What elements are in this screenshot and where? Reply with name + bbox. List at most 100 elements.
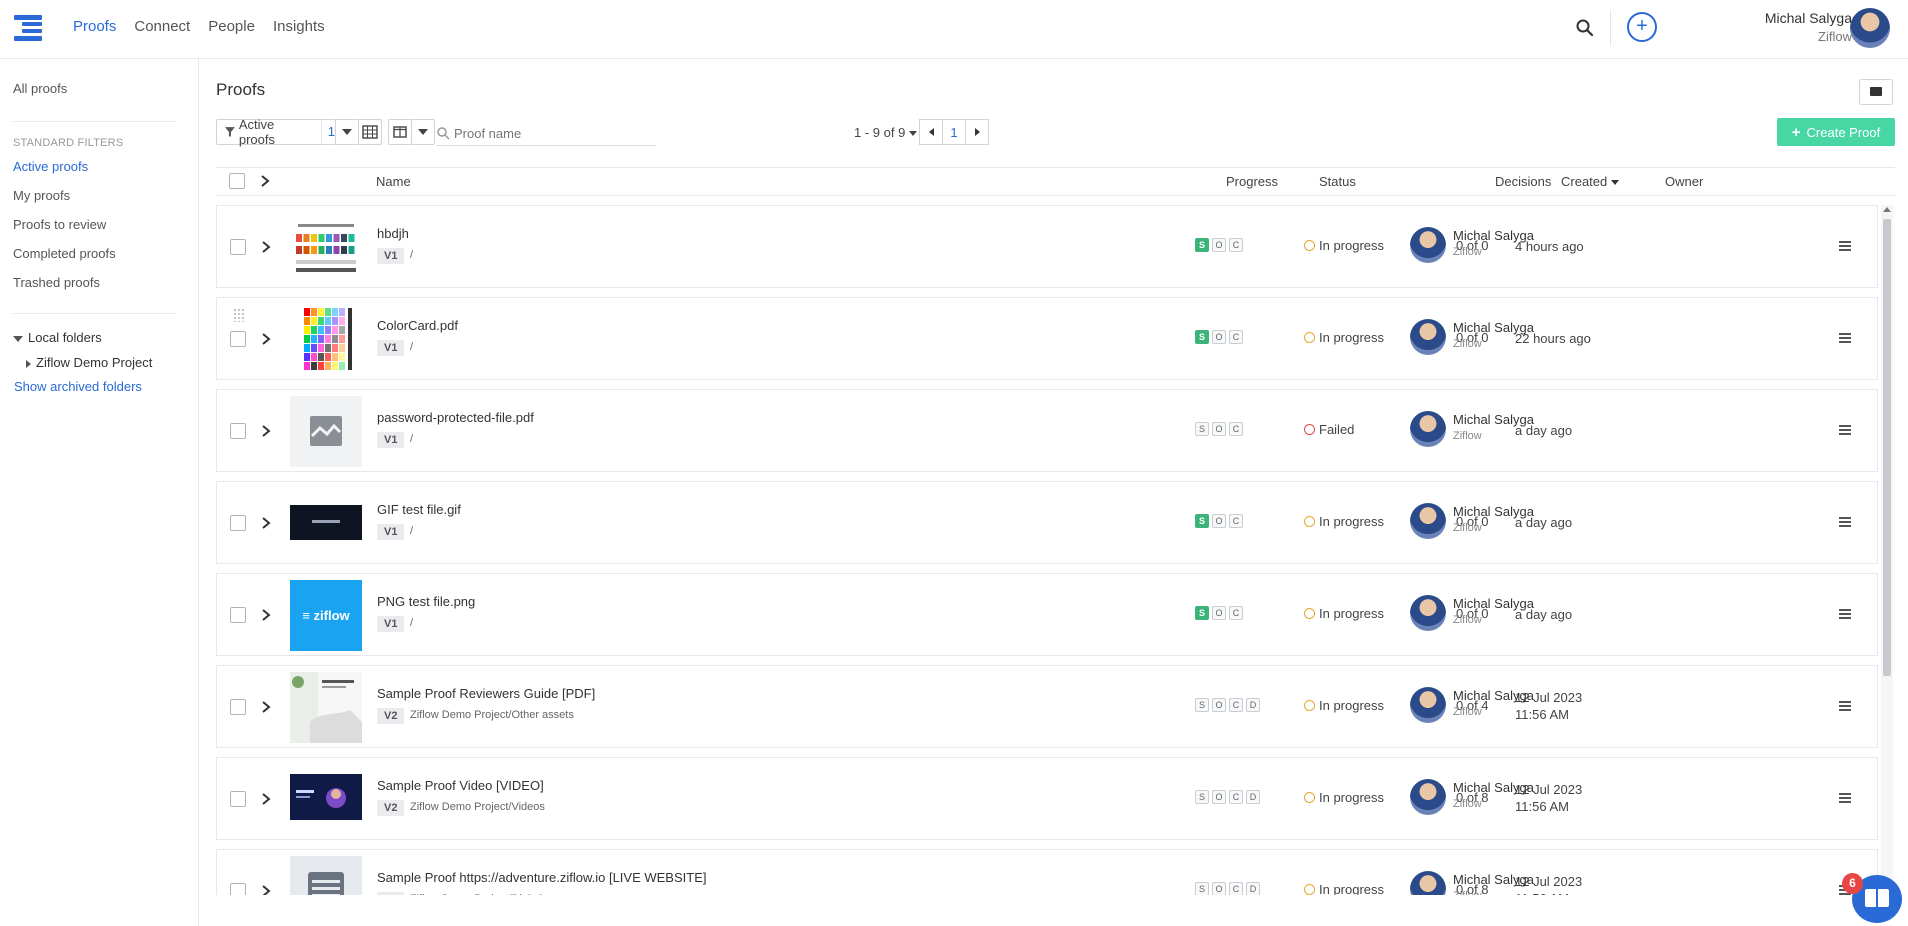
sidebar-my-proofs[interactable]: My proofs (13, 188, 70, 203)
column-progress[interactable]: Progress (1226, 174, 1278, 189)
avatar (1410, 871, 1446, 895)
show-archived-folders-link[interactable]: Show archived folders (14, 379, 142, 394)
row-checkbox[interactable] (230, 515, 246, 531)
columns-button[interactable] (388, 119, 412, 145)
version-badge[interactable]: V2 (377, 708, 405, 724)
row-checkbox[interactable] (230, 423, 246, 439)
proof-thumbnail[interactable]: ≡ ziflow (290, 580, 362, 651)
proof-name[interactable]: PNG test file.png (377, 594, 475, 609)
chevron-right-icon[interactable] (259, 424, 273, 438)
avatar[interactable] (1850, 8, 1890, 48)
version-badge[interactable]: V1 (377, 340, 405, 356)
row-menu-icon[interactable] (1839, 425, 1851, 435)
scroll-up-icon[interactable] (1883, 207, 1891, 212)
proof-name[interactable]: GIF test file.gif (377, 502, 461, 517)
row-checkbox[interactable] (230, 239, 246, 255)
row-menu-icon[interactable] (1839, 517, 1851, 527)
chevron-right-icon[interactable] (259, 792, 273, 806)
sidebar-trashed-proofs[interactable]: Trashed proofs (13, 275, 100, 290)
table-row[interactable]: ColorCard.pdf V1/S O C In progress 0 of 0 22 h… (216, 297, 1878, 380)
caret-down-icon (13, 335, 23, 342)
active-proofs-filter-button[interactable]: Active proofs 1 (216, 117, 336, 147)
scrollbar[interactable] (1881, 205, 1893, 895)
table-row[interactable]: ≡ ziflow PNG test file.png V1 / S O C In progre… (216, 573, 1878, 656)
prev-page-button[interactable] (919, 119, 943, 145)
search-icon[interactable] (1575, 18, 1595, 38)
version-badge[interactable]: V1 (377, 616, 405, 632)
table-row[interactable]: password-protected-file.pdf V1/S O C Failed a… (216, 389, 1878, 472)
column-decisions[interactable]: Decisions (1495, 174, 1551, 189)
version-badge[interactable]: V1 (377, 892, 405, 895)
row-menu-icon[interactable] (1839, 609, 1851, 619)
proof-thumbnail[interactable] (290, 396, 362, 467)
version-badge[interactable]: V1 (377, 432, 405, 448)
sidebar-active-proofs[interactable]: Active proofs (13, 159, 88, 174)
nav-insights[interactable]: Insights (273, 18, 325, 35)
ziflow-logo-icon[interactable] (12, 12, 44, 44)
version-badge[interactable]: V2 (377, 800, 405, 816)
create-proof-button[interactable]: + Create Proof (1777, 118, 1895, 146)
row-checkbox[interactable] (230, 699, 246, 715)
chevron-right-icon[interactable] (259, 516, 273, 530)
row-checkbox[interactable] (230, 331, 246, 347)
row-menu-icon[interactable] (1839, 701, 1851, 711)
proof-search[interactable] (436, 121, 656, 146)
chevron-right-icon[interactable] (259, 884, 273, 895)
user-info[interactable]: Michal Salyga Ziflow (1765, 10, 1852, 44)
table-row[interactable]: GIF test file.gif V1/S O C In progress 0 of 0… (216, 481, 1878, 564)
table-row[interactable]: hbdjh V1/S O C In progress 0 of 04 hours ago M… (216, 205, 1878, 288)
nav-connect[interactable]: Connect (134, 18, 190, 35)
proof-thumbnail[interactable] (290, 856, 362, 895)
proof-thumbnail[interactable] (290, 488, 362, 559)
table-row[interactable]: Sample Proof https://adventure.ziflow.io… (216, 849, 1878, 895)
filter-dropdown-button[interactable] (335, 119, 359, 145)
select-all-checkbox[interactable] (229, 173, 245, 189)
column-status[interactable]: Status (1319, 174, 1356, 189)
drag-handle-icon[interactable] (233, 308, 245, 322)
proof-thumbnail[interactable] (290, 212, 362, 283)
sidebar-all-proofs[interactable]: All proofs (13, 81, 67, 96)
version-badge[interactable]: V1 (377, 248, 405, 264)
next-page-button[interactable] (965, 119, 989, 145)
table-row[interactable]: Sample Proof Video [VIDEO] V2 Ziflow Demo … (216, 757, 1878, 840)
row-menu-icon[interactable] (1839, 793, 1851, 803)
chevron-right-icon[interactable] (259, 332, 273, 346)
proof-name[interactable]: Sample Proof Reviewers Guide [PDF] (377, 686, 595, 701)
row-menu-icon[interactable] (1839, 241, 1851, 251)
column-owner[interactable]: Owner (1665, 174, 1703, 189)
row-checkbox[interactable] (230, 791, 246, 807)
grid-view-button[interactable] (358, 119, 382, 145)
chevron-right-icon[interactable] (259, 240, 273, 254)
proof-thumbnail[interactable] (290, 764, 362, 835)
plus-circle-icon[interactable]: + (1627, 12, 1657, 42)
proof-name[interactable]: hbdjh (377, 226, 409, 241)
folder-ziflow-demo-project[interactable]: Ziflow Demo Project (26, 355, 152, 370)
row-menu-icon[interactable] (1839, 333, 1851, 343)
version-badge[interactable]: V1 (377, 524, 405, 540)
proof-name[interactable]: ColorCard.pdf (377, 318, 458, 333)
sidebar-completed-proofs[interactable]: Completed proofs (13, 246, 116, 261)
chevron-right-icon[interactable] (259, 608, 273, 622)
nav-proofs[interactable]: Proofs (73, 18, 116, 35)
column-name[interactable]: Name (376, 174, 411, 189)
table-row[interactable]: Sample Proof Reviewers Guide [PDF] V2 Zifl… (216, 665, 1878, 748)
chevron-right-icon[interactable] (258, 174, 272, 188)
columns-dropdown-button[interactable] (411, 119, 435, 145)
archive-icon[interactable] (1859, 79, 1893, 105)
pager-range[interactable]: 1 - 9 of 9 (854, 125, 917, 140)
column-created[interactable]: Created (1561, 174, 1619, 189)
nav-people[interactable]: People (208, 18, 255, 35)
proof-name[interactable]: password-protected-file.pdf (377, 410, 534, 425)
proof-thumbnail[interactable] (290, 304, 362, 375)
row-checkbox[interactable] (230, 883, 246, 895)
proof-name[interactable]: Sample Proof Video [VIDEO] (377, 778, 544, 793)
row-checkbox[interactable] (230, 607, 246, 623)
proof-name[interactable]: Sample Proof https://adventure.ziflow.io… (377, 870, 706, 885)
page-number[interactable]: 1 (942, 119, 966, 145)
local-folders-toggle[interactable]: Local folders (13, 330, 102, 345)
proof-name-input[interactable] (454, 125, 634, 141)
proof-thumbnail[interactable] (290, 672, 362, 743)
scroll-thumb[interactable] (1883, 219, 1891, 676)
chevron-right-icon[interactable] (259, 700, 273, 714)
sidebar-proofs-to-review[interactable]: Proofs to review (13, 217, 106, 232)
